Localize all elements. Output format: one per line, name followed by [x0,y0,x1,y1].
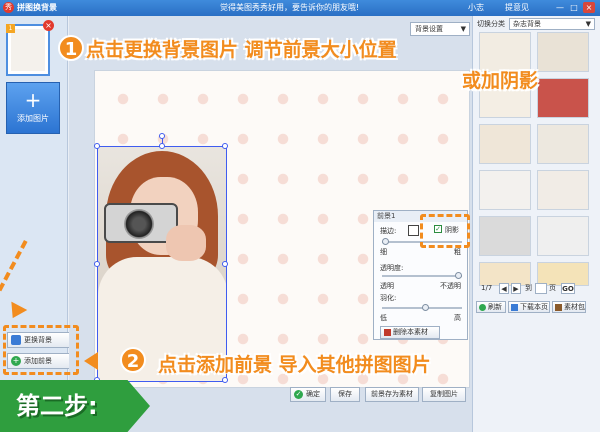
save-button[interactable]: 保存 [330,387,360,402]
confirm-label: 确定 [306,390,320,398]
check-icon: ✓ [294,390,303,399]
prev-page-button[interactable]: ◀ [499,283,509,294]
download-page-button[interactable]: 下载本页 [508,301,550,313]
image-thumbnail[interactable]: 1 × [6,20,54,76]
material-tile[interactable] [537,216,589,256]
photo-hand [166,225,206,261]
pager: 1/7 ◀ ▶ 到 页 GO [481,283,597,295]
photo-lens [124,209,154,239]
chevron-down-icon: ▼ [585,20,591,28]
add-picture-label: 添加图片 [17,114,49,123]
promo-text[interactable]: 觉得美图秀秀好用，要告诉你的朋友哦! [220,2,359,13]
step1-instruction-line2: 或加阴影 [462,70,539,92]
opaque-label: 不透明 [440,282,461,290]
category-label: 切换分类 [477,20,505,28]
delete-material-button[interactable]: 删除本素材 [380,326,440,339]
thin-label: 细 [380,248,387,256]
material-tile[interactable] [537,124,589,164]
arrow-left-icon [84,352,98,370]
download-page-label: 下载本页 [520,303,548,311]
material-tile[interactable] [479,124,531,164]
foreground-photo[interactable] [94,133,228,383]
window-title: 拼图换背景 [17,3,57,12]
opacity-slider[interactable] [382,272,462,279]
opacity-label: 透明度: [380,264,404,272]
page-unit-label: 页 [549,284,556,292]
step2-instruction: 点击添加前景 导入其他拼图图片 [158,354,431,376]
step1-instruction: 点击更换背景图片 调节前景大小位置 [86,39,397,61]
close-button[interactable]: × [583,2,595,13]
thick-label: 粗 [454,248,461,256]
high-label: 高 [454,314,461,322]
chevron-down-icon: ▼ [460,25,466,33]
add-picture-button[interactable]: + 添加图片 [6,82,60,134]
minimize-button[interactable]: — [554,2,566,13]
material-tile[interactable] [537,78,589,118]
highlight-shadow-box [420,214,470,248]
refresh-icon [479,304,486,311]
material-tile[interactable] [537,170,589,210]
refresh-button[interactable]: 刷新 [476,301,506,313]
photo-girl-with-camera [98,147,226,381]
low-label: 低 [380,314,387,322]
goto-label: 到 [525,284,532,292]
rotate-handle[interactable] [159,133,165,139]
thumbnail-index-badge: 1 [6,24,15,33]
transparent-label: 透明 [380,282,394,290]
page-number-input[interactable] [535,283,547,294]
title-bar: 秀 拼图换背景 觉得美图秀秀好用，要告诉你的朋友哦! 小志 提意见 — □ × [0,0,600,16]
delete-icon [384,329,391,336]
step1-number-badge: 1 [58,35,84,61]
feather-knob[interactable] [422,304,429,311]
resize-handle-right[interactable] [222,261,228,267]
material-tile[interactable] [537,32,589,72]
material-pack-button[interactable]: 素材包 [552,301,586,313]
highlight-left-buttons [3,325,79,375]
stroke-color-swatch[interactable] [408,225,419,236]
save-foreground-button[interactable]: 前景存为素材 [365,387,419,402]
page-indicator: 1/7 [481,284,493,292]
app-logo-icon: 秀 [3,2,14,13]
material-pack-label: 素材包 [564,303,585,311]
package-icon [555,304,562,311]
background-settings-label: 背景设置 [415,25,443,33]
resize-handle-top-left[interactable] [94,143,100,149]
resize-handle-left[interactable] [94,261,100,267]
resize-handle-bottom-right[interactable] [222,377,228,383]
thumbnail-image [11,29,45,71]
material-tile[interactable] [479,170,531,210]
step2-number-badge: 2 [120,347,146,373]
feedback-link[interactable]: 提意见 [505,2,529,13]
copy-image-button[interactable]: 复制图片 [422,387,466,402]
feather-slider[interactable] [382,304,462,311]
delete-material-label: 删除本素材 [393,328,428,336]
download-icon [511,304,518,311]
maximize-button[interactable]: □ [568,2,580,13]
step-badge: 第二步: [0,380,150,432]
resize-handle-top-right[interactable] [222,143,228,149]
confirm-button[interactable]: ✓ 确定 [290,387,326,402]
refresh-label: 刷新 [488,303,502,311]
opacity-knob[interactable] [455,272,462,279]
stroke-label: 描边: [380,227,397,235]
resize-handle-top[interactable] [159,143,165,149]
next-page-button[interactable]: ▶ [511,283,521,294]
stroke-width-knob[interactable] [382,238,389,245]
background-settings-dropdown[interactable]: 背景设置 ▼ [410,22,470,36]
user-menu[interactable]: 小志 [468,2,484,13]
category-value: 杂志背景 [513,20,541,28]
go-button[interactable]: GO [561,283,575,294]
feather-label: 羽化: [380,294,397,302]
remove-thumbnail-icon[interactable]: × [43,20,54,31]
material-tile[interactable] [479,216,531,256]
category-select[interactable]: 杂志背景 ▼ [509,18,595,30]
plus-icon: + [24,88,42,112]
